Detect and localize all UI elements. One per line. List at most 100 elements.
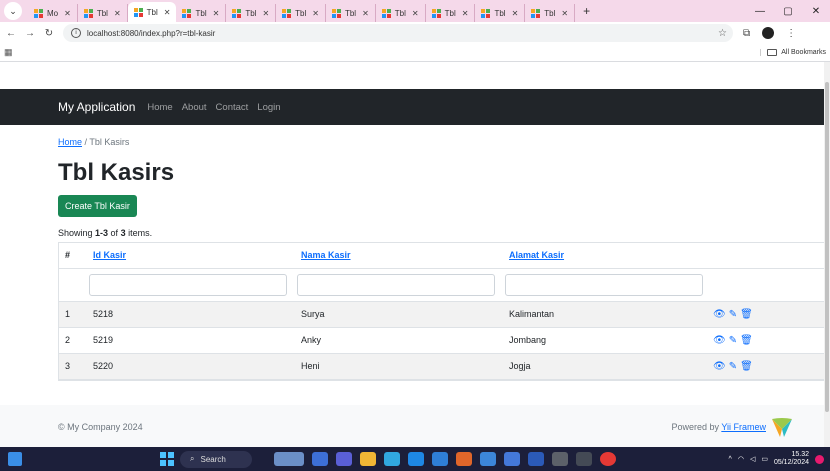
view-icon[interactable]: 👁 [713, 361, 727, 372]
minimize-icon[interactable]: — [746, 6, 774, 17]
nav-contact[interactable]: Contact [216, 102, 249, 113]
browser-tab-label: Tbl [96, 8, 108, 18]
tab-close-icon[interactable]: ✕ [213, 9, 220, 18]
alamat-kasir-cell: Jogja [503, 353, 707, 380]
store-app-icon[interactable] [408, 452, 424, 466]
summary-range: 1-3 [95, 228, 109, 238]
edge-browser-icon[interactable] [384, 452, 400, 466]
tab-close-icon[interactable]: ✕ [312, 9, 319, 18]
nama-kasir-cell: Heni [295, 353, 503, 380]
sort-alamat-kasir-link[interactable]: Alamat Kasir [509, 250, 564, 260]
profile-avatar[interactable] [762, 27, 775, 39]
weather-app-icon[interactable] [274, 452, 304, 466]
terminal-icon[interactable] [552, 452, 568, 466]
tab-favicon-icon [481, 8, 490, 18]
vscode-icon[interactable] [432, 452, 448, 466]
browser-tab[interactable]: Tbl ✕ [376, 4, 426, 22]
tab-close-icon[interactable]: ✕ [362, 9, 369, 18]
nav-login[interactable]: Login [257, 102, 280, 113]
row-number-cell: 3 [59, 353, 87, 380]
extensions-icon[interactable]: ⧉ [743, 28, 750, 39]
firefox-icon[interactable] [456, 452, 472, 466]
sort-id-kasir-link[interactable]: Id Kasir [93, 250, 126, 260]
volume-icon[interactable]: ◁ [750, 455, 755, 463]
file-explorer-icon[interactable] [360, 452, 376, 466]
url-field[interactable]: i localhost:8080/index.php?r=tbl-kasir ☆ [63, 24, 733, 42]
view-icon[interactable]: 👁 [713, 309, 727, 320]
tab-close-icon[interactable]: ✕ [561, 9, 568, 18]
tab-close-icon[interactable]: ✕ [114, 9, 121, 18]
task-view-icon[interactable] [312, 452, 328, 466]
row-number-cell: 2 [59, 327, 87, 354]
tab-search-icon[interactable]: ⌄ [4, 2, 22, 20]
menu-icon[interactable]: ⋮ [786, 28, 796, 39]
tab-close-icon[interactable]: ✕ [462, 9, 469, 18]
word-icon[interactable] [528, 452, 544, 466]
tab-close-icon[interactable]: ✕ [512, 9, 519, 18]
notification-badge-icon[interactable] [815, 454, 824, 464]
tab-favicon-icon [531, 8, 540, 18]
taskbar-search[interactable]: ⌕ Search [180, 450, 252, 468]
page-scrollbar[interactable] [824, 62, 830, 447]
row-actions: 👁 ✎ 🗑 [707, 353, 827, 380]
start-icon[interactable] [160, 452, 174, 466]
delete-icon[interactable]: 🗑 [740, 309, 754, 320]
bookmark-star-icon[interactable]: ☆ [718, 28, 727, 39]
system-tray: ^ ◠ ◁ ▭ 15.32 05/12/2024 [729, 451, 824, 467]
brand-link[interactable]: My Application [58, 100, 135, 114]
browser-tab[interactable]: Tbl ✕ [326, 4, 376, 22]
tab-favicon-icon [232, 8, 241, 18]
browser-tab[interactable]: Tbl ✕ [176, 4, 227, 22]
tray-chevron-icon[interactable]: ^ [729, 456, 732, 463]
battery-icon[interactable]: ▭ [761, 455, 768, 463]
scrollbar-thumb[interactable] [825, 82, 829, 412]
filter-nama-kasir-input[interactable] [297, 273, 495, 296]
cmd-icon[interactable] [576, 452, 592, 466]
maximize-icon[interactable]: ▢ [774, 6, 802, 17]
all-bookmarks-button[interactable]: All Bookmarks [760, 49, 826, 56]
site-info-icon[interactable]: i [71, 28, 81, 38]
chat-app-icon[interactable] [336, 452, 352, 466]
view-icon[interactable]: 👁 [713, 335, 727, 346]
nav-about[interactable]: About [182, 102, 207, 113]
windows-taskbar: ⌕ Search ^ ◠ ◁ ▭ 15.32 05/12/2024 [0, 447, 830, 471]
browser-tab[interactable]: Mo ✕ [28, 4, 78, 22]
back-icon[interactable]: ← [3, 28, 19, 39]
system-clock[interactable]: 15.32 05/12/2024 [774, 451, 809, 467]
breadcrumb-home[interactable]: Home [58, 137, 82, 147]
update-icon[interactable]: ✎ [729, 309, 738, 320]
browser-tab[interactable]: Tbl ✕ [475, 4, 526, 22]
new-tab-button[interactable]: + [575, 4, 598, 18]
update-icon[interactable]: ✎ [729, 335, 738, 346]
tab-close-icon[interactable]: ✕ [64, 9, 71, 18]
close-window-icon[interactable]: ✕ [802, 6, 830, 17]
browser-tab[interactable]: Tbl ✕ [226, 4, 277, 22]
nav-home[interactable]: Home [147, 102, 172, 113]
browser-tab[interactable]: Tbl ✕ [78, 4, 128, 22]
tab-close-icon[interactable]: ✕ [262, 9, 269, 18]
chrome-icon[interactable] [600, 452, 616, 466]
browser-tab[interactable]: Tbl ✕ [127, 2, 177, 22]
clock-time: 15.32 [791, 451, 809, 458]
wifi-icon[interactable]: ◠ [738, 455, 744, 463]
yii-framework-link[interactable]: Yii Framew [721, 422, 766, 432]
notepad-icon[interactable] [504, 452, 520, 466]
widgets-icon[interactable] [8, 452, 22, 466]
delete-icon[interactable]: 🗑 [740, 335, 754, 346]
browser-tab-label: Tbl [344, 8, 357, 18]
filter-alamat-kasir-input[interactable] [505, 273, 703, 296]
tab-close-icon[interactable]: ✕ [412, 9, 419, 18]
apps-grid-icon[interactable]: ▦ [4, 47, 13, 58]
delete-icon[interactable]: 🗑 [740, 361, 754, 372]
forward-icon[interactable]: → [22, 28, 38, 39]
tab-close-icon[interactable]: ✕ [164, 8, 171, 17]
browser-tab[interactable]: Tbl ✕ [525, 4, 576, 22]
photos-app-icon[interactable] [480, 452, 496, 466]
filter-id-kasir-input[interactable] [89, 273, 287, 296]
create-tbl-kasir-button[interactable]: Create Tbl Kasir [58, 195, 137, 217]
sort-nama-kasir-link[interactable]: Nama Kasir [301, 250, 351, 260]
reload-icon[interactable]: ↻ [41, 28, 57, 39]
browser-tab[interactable]: Tbl ✕ [426, 4, 476, 22]
browser-tab[interactable]: Tbl ✕ [276, 4, 326, 22]
update-icon[interactable]: ✎ [729, 361, 738, 372]
